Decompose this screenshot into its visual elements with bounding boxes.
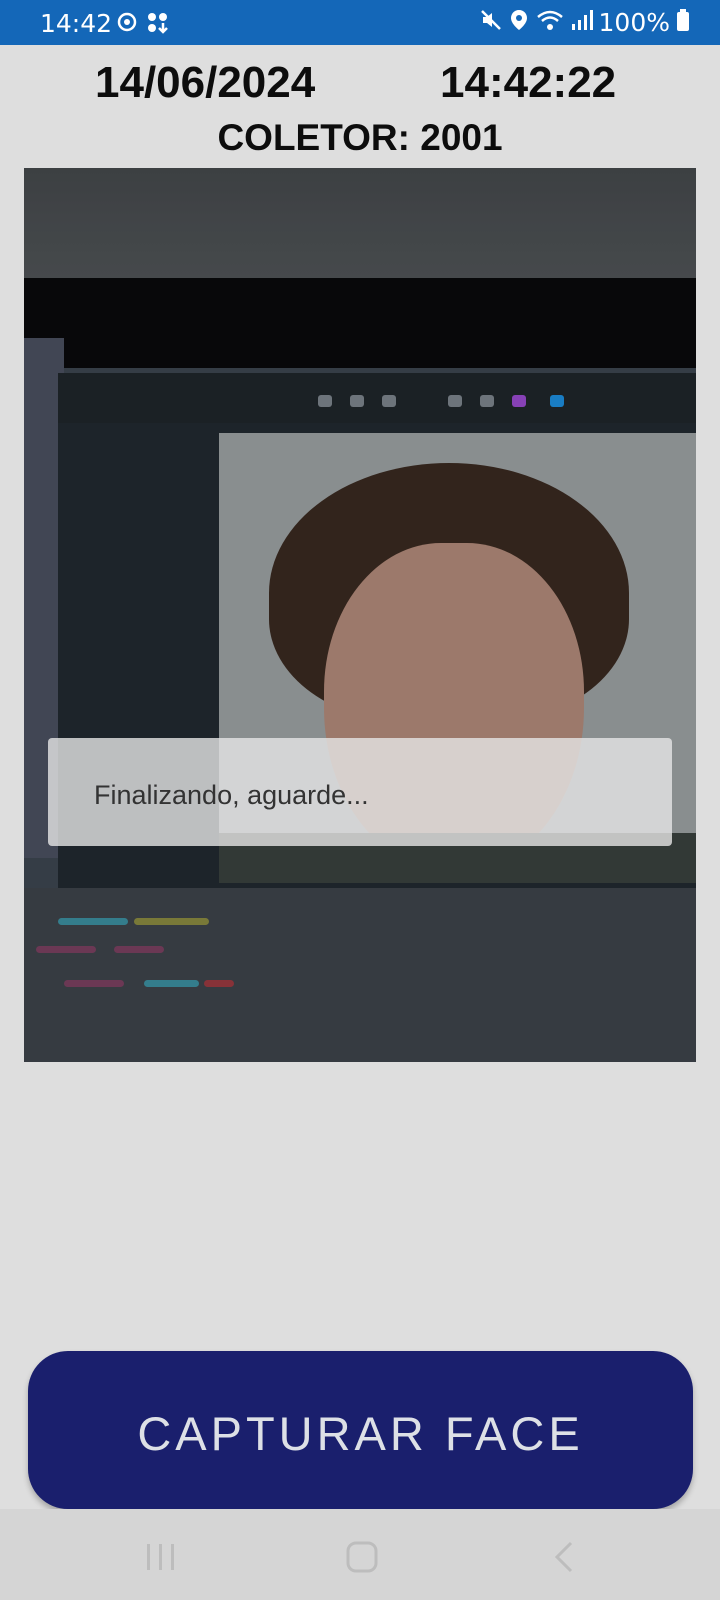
battery-percent: 100%	[598, 8, 670, 37]
collector-label: COLETOR: 2001	[217, 117, 503, 158]
camera-dim-overlay	[24, 168, 696, 1062]
status-left-icons	[116, 11, 170, 40]
camera-preview[interactable]	[24, 168, 696, 1062]
mute-icon	[479, 8, 503, 37]
navigation-bar	[0, 1509, 720, 1600]
progress-toast: Finalizando, aguarde...	[48, 738, 672, 846]
location-icon	[509, 8, 529, 37]
sync-icon	[116, 11, 138, 40]
battery-icon	[676, 8, 690, 37]
status-bar: 14:42 100%	[0, 0, 720, 45]
capture-face-button[interactable]: CAPTURAR FACE	[28, 1351, 693, 1509]
current-date: 14/06/2024	[95, 58, 316, 107]
status-right-icons: 100%	[479, 8, 690, 37]
capture-face-label: CAPTURAR FACE	[137, 1407, 584, 1460]
apps-download-icon	[146, 11, 170, 40]
back-button[interactable]	[544, 1539, 584, 1579]
home-icon	[345, 1540, 379, 1579]
recents-button[interactable]	[141, 1539, 181, 1579]
datetime-header: 14/06/2024 14:42:22	[0, 58, 720, 108]
status-time: 14:42	[40, 9, 113, 38]
current-time: 14:42:22	[440, 58, 617, 107]
recents-icon	[144, 1542, 178, 1577]
signal-icon	[571, 8, 593, 37]
home-button[interactable]	[342, 1539, 382, 1579]
wifi-icon	[535, 8, 565, 37]
toast-message: Finalizando, aguarde...	[94, 780, 369, 810]
back-icon	[551, 1540, 577, 1579]
